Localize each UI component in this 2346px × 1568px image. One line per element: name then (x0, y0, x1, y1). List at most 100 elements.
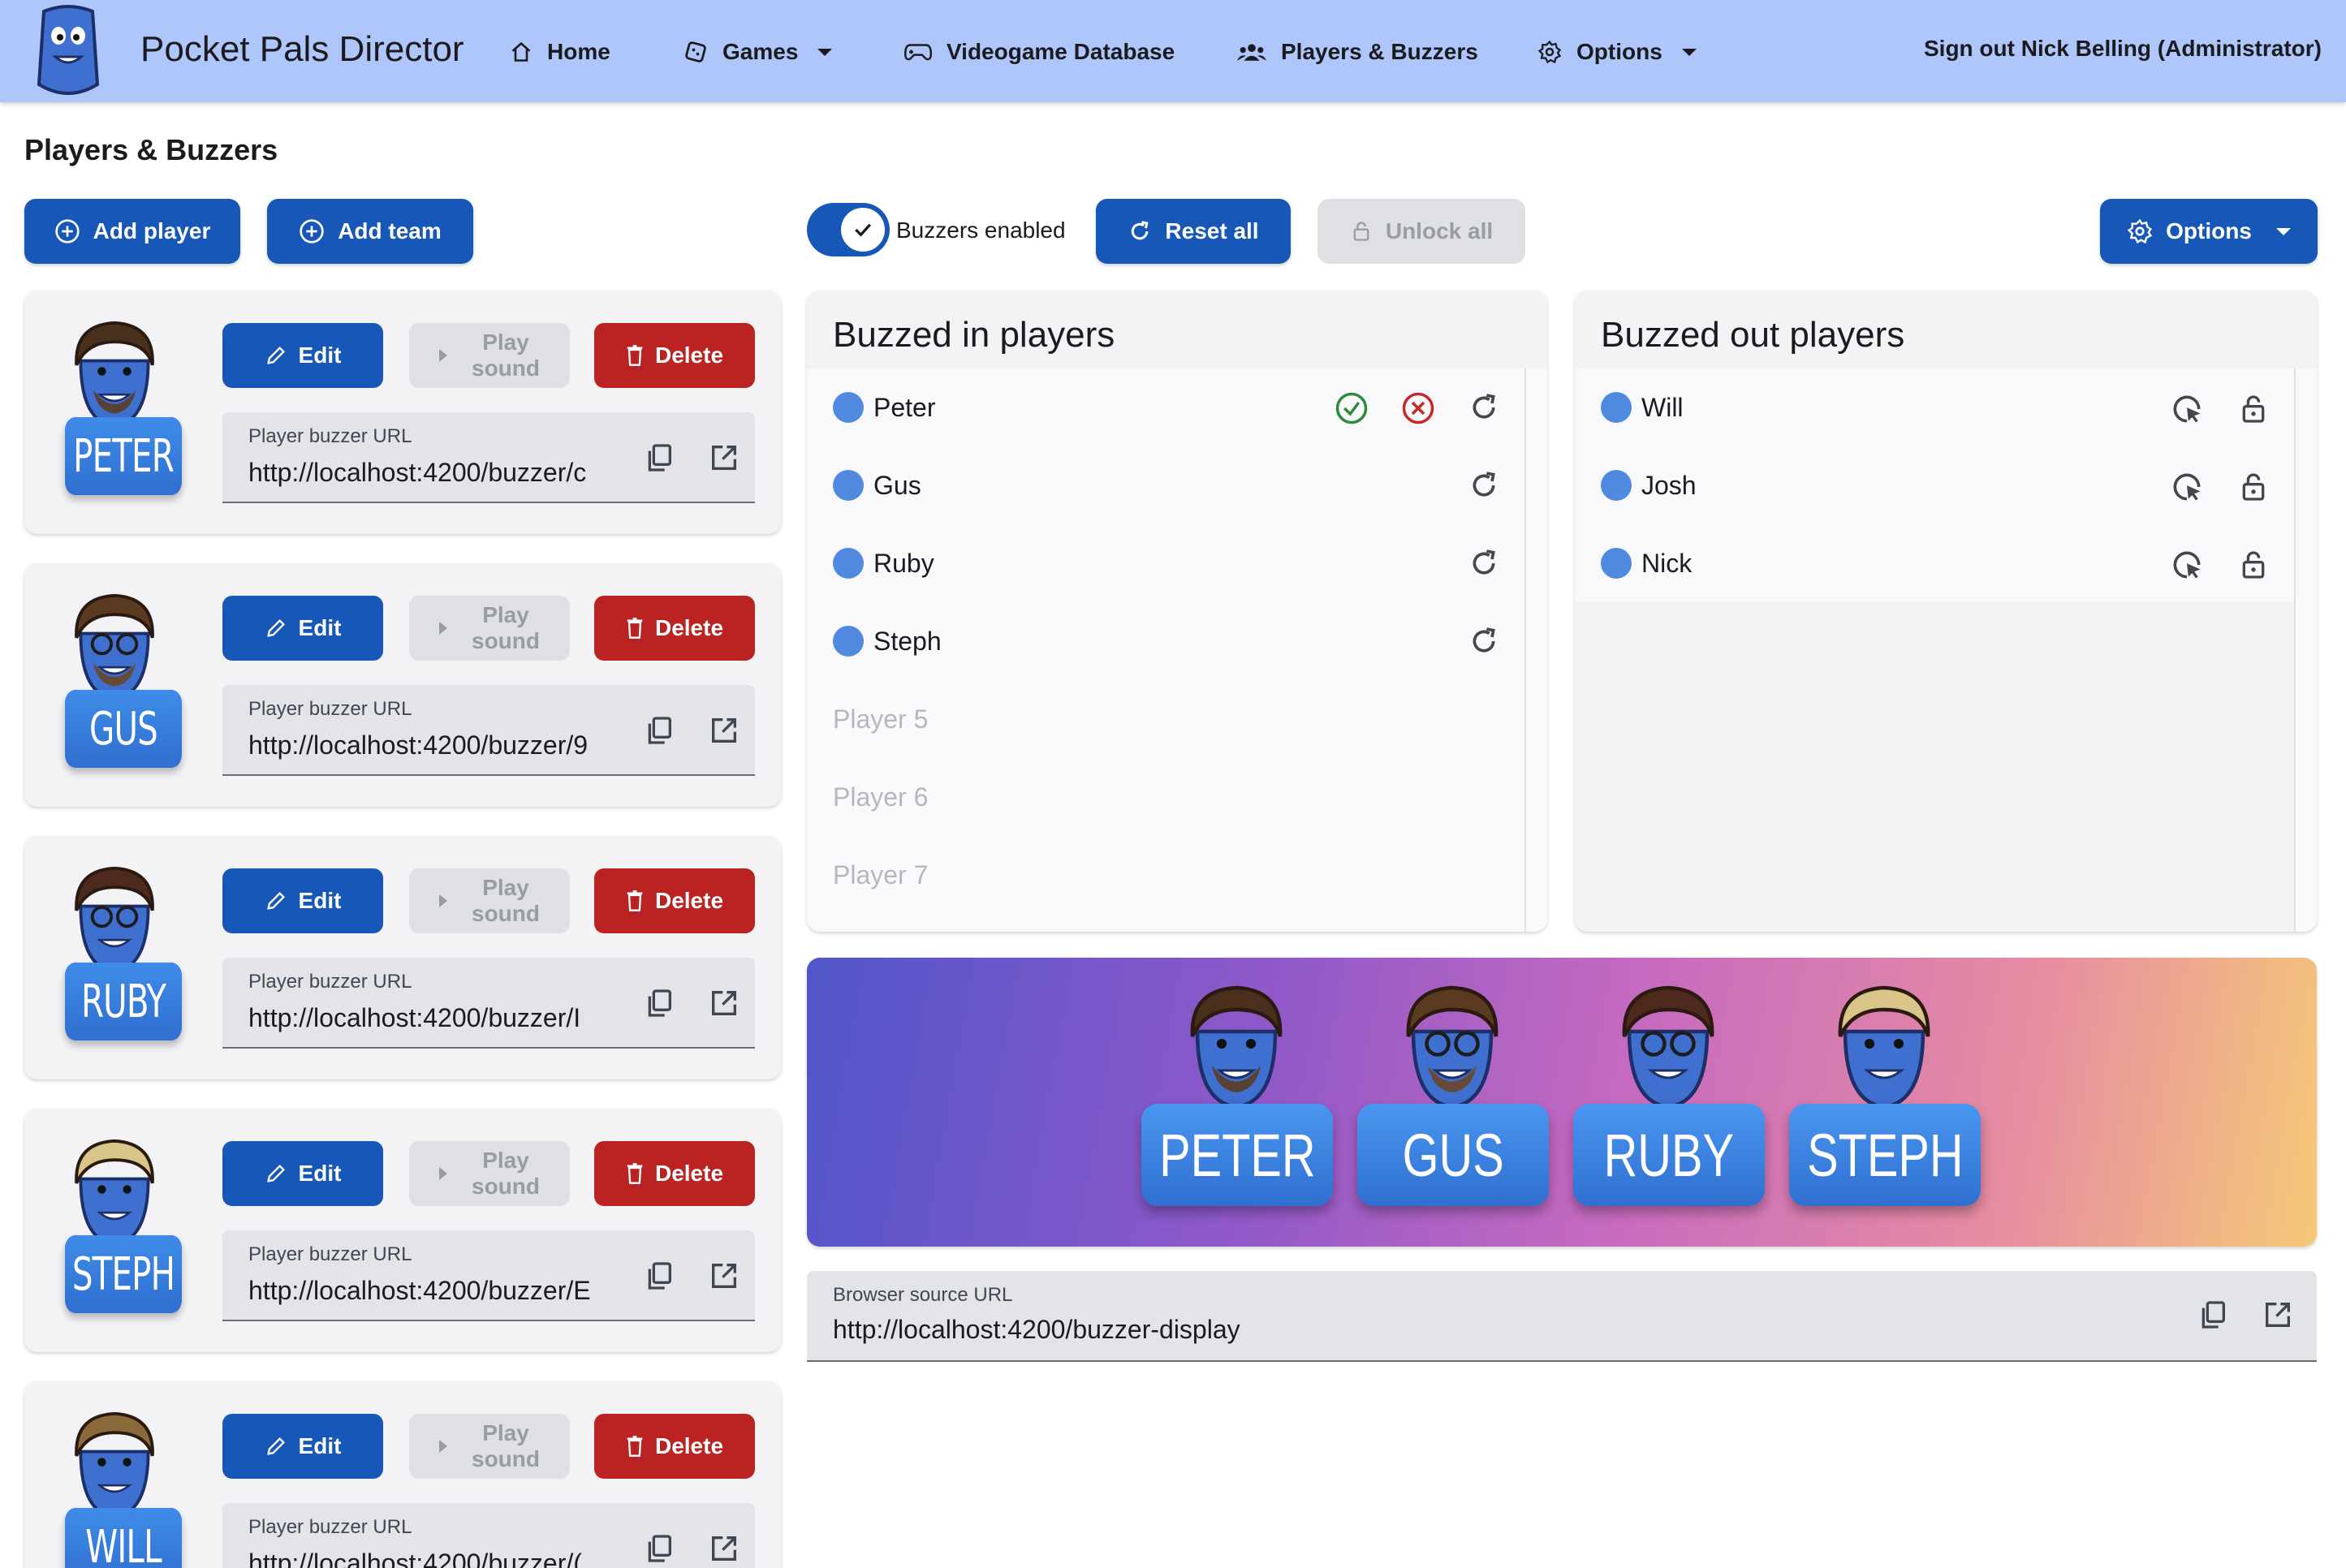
scrollbar[interactable] (2294, 368, 2317, 932)
scrollbar[interactable] (1524, 368, 1547, 932)
lock-open-icon[interactable] (2237, 391, 2270, 427)
play-sound-button[interactable]: Play sound (409, 1414, 570, 1479)
play-label-line1: Play (482, 330, 529, 355)
reset-icon[interactable] (1468, 547, 1500, 579)
copy-icon[interactable] (2197, 1299, 2229, 1331)
buzzed-in-title: Buzzed in players (833, 315, 1115, 355)
player-buzzer-url-value[interactable]: http://localhost:4200/buzzer/E (248, 1276, 622, 1306)
open-in-new-icon[interactable] (708, 1532, 740, 1565)
reject-icon[interactable] (1401, 391, 1435, 425)
edit-player-button[interactable]: Edit (222, 1141, 383, 1206)
reset-icon[interactable] (1468, 391, 1500, 424)
buzzed-in-row: Steph (807, 602, 1524, 680)
player-card: STEPH Edit Play sound Delete Player buzz… (24, 1109, 781, 1352)
play-icon (439, 1167, 447, 1180)
play-sound-button[interactable]: Play sound (409, 596, 570, 661)
app-logo-icon[interactable] (28, 3, 109, 99)
delete-player-button[interactable]: Delete (594, 868, 755, 933)
add-team-label: Add team (338, 218, 442, 243)
buzzed-in-list: Peter Gus Ruby Steph Player 5 Player 6 Pla… (807, 368, 1524, 914)
player-buzzer-url-field[interactable]: Player buzzer URL http://localhost:4200/… (222, 1503, 755, 1568)
player-buzzer-url-value[interactable]: http://localhost:4200/buzzer/c (248, 458, 622, 488)
play-label-line2: sound (472, 1446, 540, 1471)
player-buzzer-url-field[interactable]: Player buzzer URL http://localhost:4200/… (222, 958, 755, 1049)
edit-label: Edit (298, 615, 342, 640)
buzzed-out-player-name: Nick (1641, 548, 1693, 578)
edit-player-button[interactable]: Edit (222, 596, 383, 661)
nav-home[interactable]: Home (510, 36, 610, 68)
copy-icon[interactable] (643, 1532, 675, 1565)
edit-player-button[interactable]: Edit (222, 323, 383, 388)
empty-slot-row: Player 5 (807, 680, 1524, 758)
buzzed-in-player-name: Ruby (873, 548, 934, 578)
player-buzzer-url-label: Player buzzer URL (248, 1243, 412, 1265)
edit-label: Edit (298, 888, 342, 913)
add-circle-icon (300, 219, 324, 243)
app-title[interactable]: Pocket Pals Director (140, 29, 464, 70)
empty-slot-label: Player 5 (833, 704, 929, 734)
row-actions (2169, 391, 2270, 427)
reset-icon[interactable] (1468, 469, 1500, 502)
banner-player: PETER (1141, 980, 1333, 1224)
player-card: PETER Edit Play sound Delete Player buzz… (24, 291, 781, 534)
play-label-line2: sound (472, 1174, 540, 1199)
player-buzzer-url-value[interactable]: http://localhost:4200/buzzer/I (248, 1003, 622, 1033)
player-buzzer-url-field[interactable]: Player buzzer URL http://localhost:4200/… (222, 1230, 755, 1321)
copy-icon[interactable] (643, 987, 675, 1019)
nav-players-buzzers-label: Players & Buzzers (1281, 39, 1478, 64)
play-sound-button[interactable]: Play sound (409, 323, 570, 388)
play-sound-button[interactable]: Play sound (409, 868, 570, 933)
accept-icon[interactable] (1335, 391, 1369, 425)
player-buzzer-url-value[interactable]: http://localhost:4200/buzzer/9 (248, 730, 622, 760)
open-in-new-icon[interactable] (708, 714, 740, 747)
browser-source-url-value[interactable]: http://localhost:4200/buzzer-display (833, 1315, 1240, 1345)
row-actions (1468, 547, 1500, 579)
reset-all-button[interactable]: Reset all (1096, 199, 1291, 264)
buzzer-display-preview: PETER GUS RUBY STEPH (807, 958, 2317, 1247)
player-buzzer-url-field[interactable]: Player buzzer URL http://localhost:4200/… (222, 412, 755, 503)
copy-icon[interactable] (643, 714, 675, 747)
banner-player-name-text: GUS (1402, 1121, 1504, 1189)
buzzed-in-row: Peter (807, 368, 1524, 446)
lock-open-icon[interactable] (2237, 547, 2270, 583)
banner-player: GUS (1357, 980, 1549, 1224)
buzzers-enabled-toggle[interactable] (807, 203, 890, 256)
nav-games[interactable]: Games (684, 36, 833, 68)
page-title: Players & Buzzers (24, 133, 278, 166)
trash-icon (627, 1436, 643, 1457)
buzzed-out-player-name: Josh (1641, 470, 1697, 500)
open-in-new-icon[interactable] (708, 442, 740, 474)
play-sound-button[interactable]: Play sound (409, 1141, 570, 1206)
lock-open-icon[interactable] (2237, 469, 2270, 505)
nav-videogame-database[interactable]: Videogame Database (904, 36, 1175, 68)
add-player-button[interactable]: Add player (24, 199, 240, 264)
nav-options[interactable]: Options (1537, 36, 1697, 68)
delete-player-button[interactable]: Delete (594, 596, 755, 661)
cursor-click-icon[interactable] (2169, 391, 2205, 427)
reset-icon[interactable] (1468, 625, 1500, 657)
banner-player-avatar (1823, 980, 1953, 1118)
copy-icon[interactable] (643, 1260, 675, 1292)
options-dropdown-button[interactable]: Options (2100, 199, 2318, 264)
delete-player-button[interactable]: Delete (594, 1414, 755, 1479)
buzzed-out-row: Josh (1575, 446, 2294, 524)
sign-out-link[interactable]: Sign out Nick Belling (Administrator) (1924, 36, 2322, 62)
delete-player-button[interactable]: Delete (594, 323, 755, 388)
cursor-click-icon[interactable] (2169, 469, 2205, 505)
delete-label: Delete (654, 342, 724, 368)
player-buzzer-url-field[interactable]: Player buzzer URL http://localhost:4200/… (222, 685, 755, 776)
open-in-new-icon[interactable] (708, 987, 740, 1019)
edit-player-button[interactable]: Edit (222, 868, 383, 933)
cursor-click-icon[interactable] (2169, 547, 2205, 583)
copy-icon[interactable] (643, 442, 675, 474)
player-buzzer-url-value[interactable]: http://localhost:4200/buzzer/( (248, 1549, 622, 1568)
add-team-button[interactable]: Add team (267, 199, 473, 264)
banner-player-name-text: STEPH (1806, 1121, 1964, 1189)
browser-source-url-field[interactable]: Browser source URL http://localhost:4200… (807, 1271, 2317, 1362)
edit-player-button[interactable]: Edit (222, 1414, 383, 1479)
unlock-all-button[interactable]: Unlock all (1317, 199, 1525, 264)
open-in-new-icon[interactable] (2262, 1299, 2294, 1331)
open-in-new-icon[interactable] (708, 1260, 740, 1292)
nav-players-buzzers[interactable]: Players & Buzzers (1237, 36, 1478, 68)
delete-player-button[interactable]: Delete (594, 1141, 755, 1206)
